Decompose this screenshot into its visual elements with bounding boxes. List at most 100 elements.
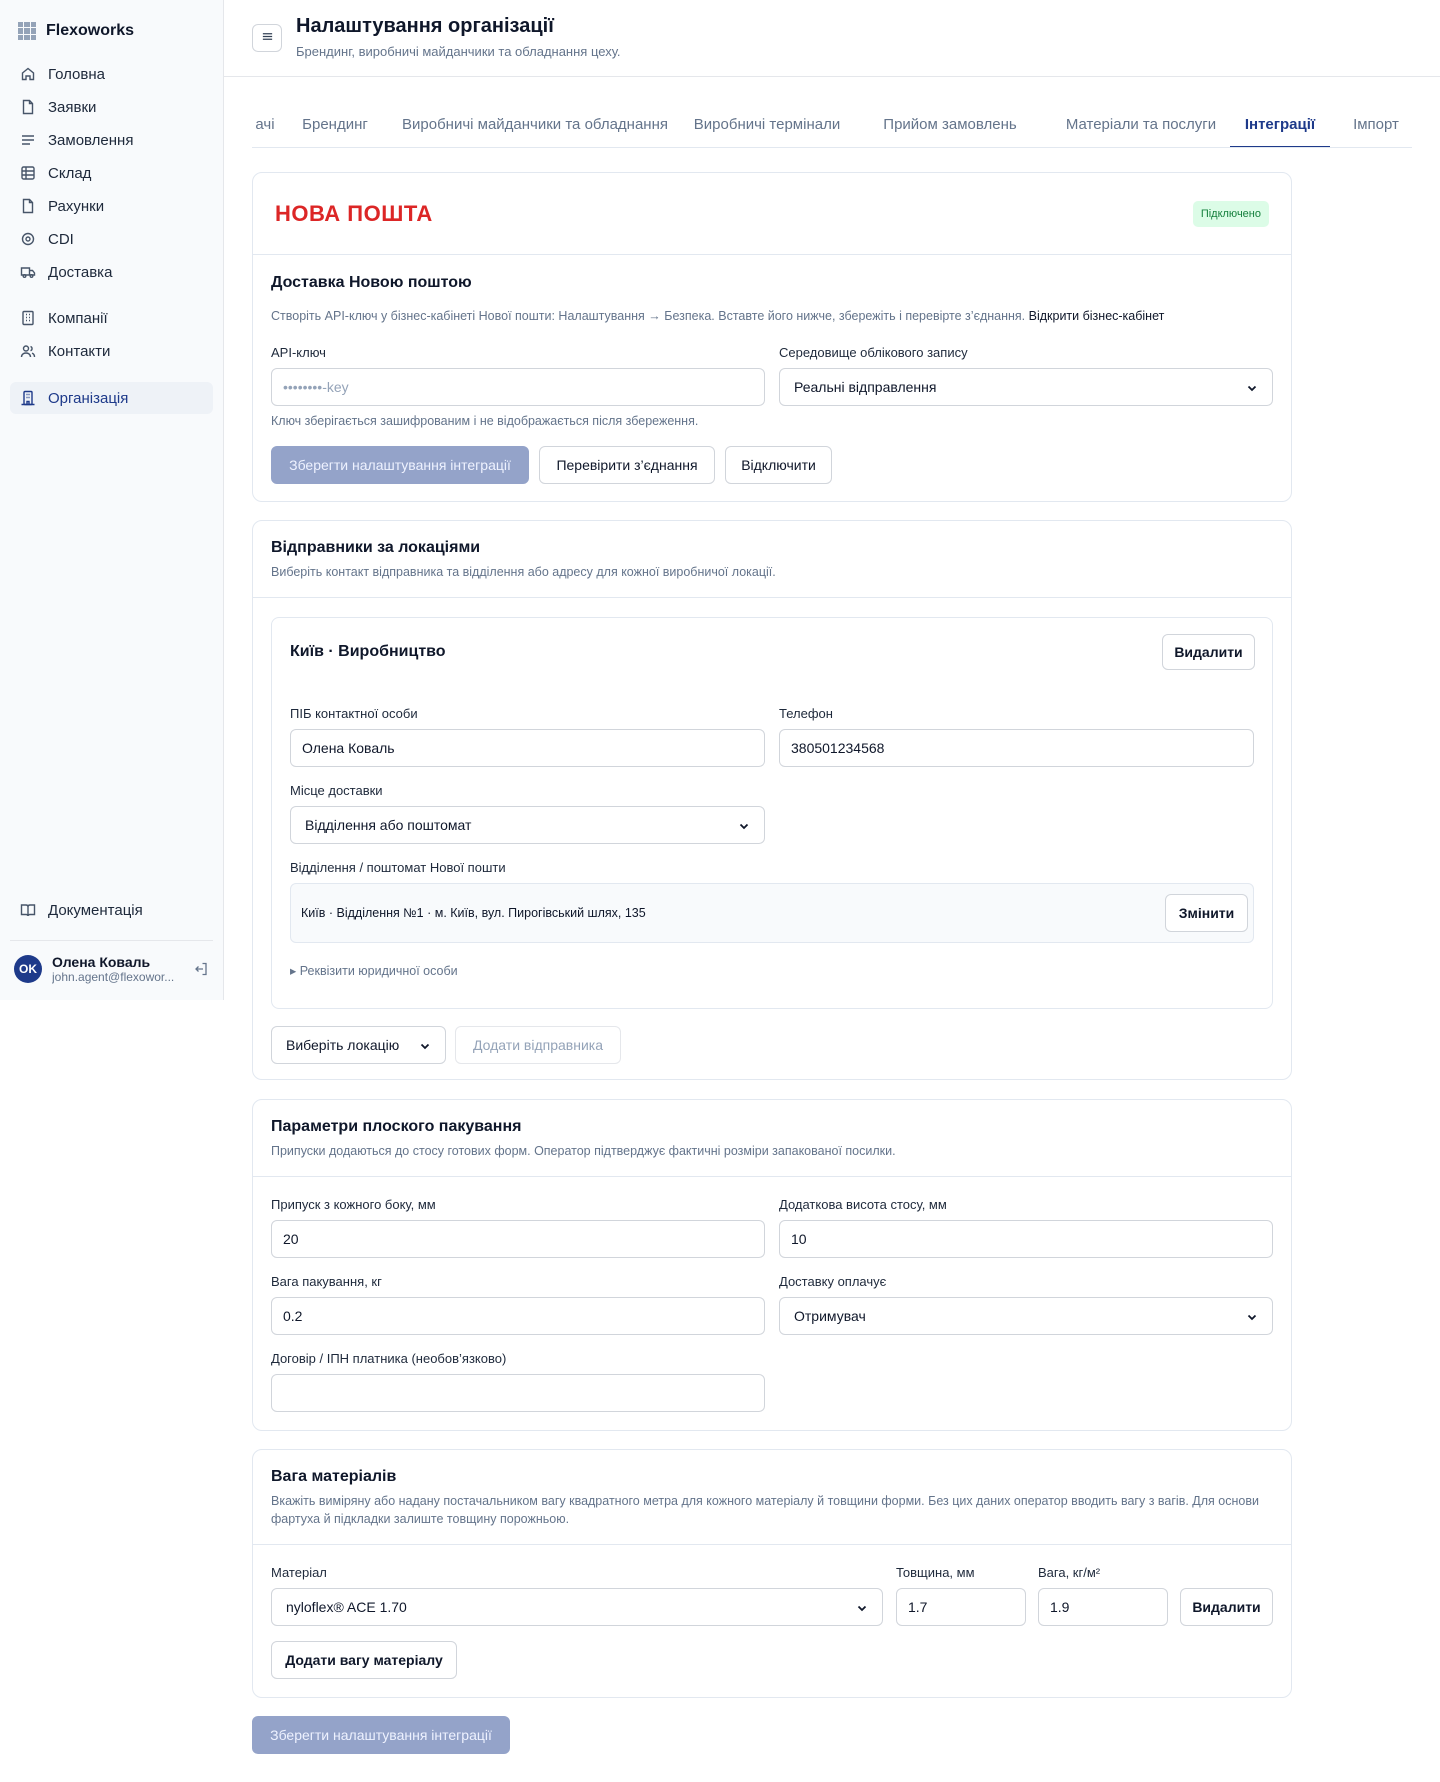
tab-suppliers[interactable]: ачі [252, 104, 278, 147]
sidebar-item-invoices[interactable]: Рахунки [10, 190, 213, 222]
location-select-value: Виберіть локацію [286, 1037, 400, 1053]
tab-production-sites[interactable]: Виробничі майданчики та обладнання [402, 104, 668, 147]
material-select[interactable]: nyloflex® ACE 1.70 [271, 1588, 883, 1626]
open-business-cabinet-link[interactable]: Відкрити бізнес-кабінет [1029, 309, 1165, 323]
branch-value: Київ · Відділення №1 · м. Київ, вул. Пир… [301, 906, 646, 920]
phone-input[interactable]: 380501234568 [779, 729, 1254, 767]
payer-select[interactable]: Отримувач [779, 1297, 1273, 1335]
save-integration-button[interactable]: Зберегти налаштування інтеграції [271, 446, 529, 484]
sidebar-item-orders[interactable]: Замовлення [10, 124, 213, 156]
tab-branding[interactable]: Брендинг [297, 104, 373, 147]
sidebar-nav-main: Головна Заявки Замовлення Склад Рахунки … [10, 58, 213, 289]
sidebar: Flexoworks Головна Заявки Замовлення Скл… [0, 0, 224, 1000]
delete-material-weight-button[interactable]: Видалити [1180, 1588, 1273, 1626]
sidebar-nav-docs: Документація [10, 894, 213, 927]
users-icon [20, 343, 36, 359]
user-email: john.agent@flexowor... [52, 969, 175, 984]
location-select[interactable]: Виберіть локацію [271, 1026, 446, 1064]
margin-input[interactable]: 20 [271, 1220, 765, 1258]
sidebar-item-label: Контакти [48, 342, 111, 360]
disconnect-button[interactable]: Відключити [725, 446, 832, 484]
contract-input[interactable] [271, 1374, 765, 1412]
sidebar-item-delivery[interactable]: Доставка [10, 256, 213, 288]
package-weight-input[interactable]: 0.2 [271, 1297, 765, 1335]
building-icon [20, 310, 36, 326]
file-icon [20, 198, 36, 214]
sidebar-item-label: Доставка [48, 263, 113, 281]
api-key-input[interactable]: ••••••••-key [271, 368, 765, 406]
organization-icon [20, 390, 36, 406]
package-weight-label: Вага пакування, кг [271, 1274, 382, 1289]
brand[interactable]: Flexoworks [18, 22, 134, 40]
status-badge: Підключено [1192, 201, 1269, 227]
sidebar-item-cdi[interactable]: CDI [10, 223, 213, 255]
list-icon [20, 132, 36, 148]
sidebar-nav-crm: Компанії Контакти [10, 302, 213, 368]
sidebar-item-warehouse[interactable]: Склад [10, 157, 213, 189]
sidebar-item-label: CDI [48, 230, 74, 248]
home-icon [20, 66, 36, 82]
sidebar-item-requests[interactable]: Заявки [10, 91, 213, 123]
sidebar-nav-settings: Організація [10, 382, 213, 415]
materials-card: Вага матеріалів Вкажіть виміряну або над… [252, 1449, 1292, 1698]
sidebar-item-label: Склад [48, 164, 92, 182]
delete-location-button[interactable]: Видалити [1162, 634, 1255, 670]
thickness-label: Товщина, мм [896, 1565, 975, 1580]
file-icon [20, 99, 36, 115]
nova-poshta-logo: НОВА ПОШТА [275, 201, 433, 226]
tab-import[interactable]: Імпорт [1345, 104, 1407, 147]
sidebar-item-companies[interactable]: Компанії [10, 302, 213, 334]
senders-description: Виберіть контакт відправника та відділен… [271, 565, 776, 579]
menu-icon [261, 30, 274, 46]
sidebar-item-label: Заявки [48, 98, 97, 116]
material-select-value: nyloflex® ACE 1.70 [286, 1599, 407, 1615]
environment-label: Середовище облікового запису [779, 345, 968, 360]
logout-icon[interactable] [193, 961, 209, 977]
user-name: Олена Коваль [52, 953, 151, 970]
legal-entity-toggle[interactable]: ▸ Реквізити юридичної особи [290, 963, 458, 978]
sidebar-item-organization[interactable]: Організація [10, 382, 213, 414]
brand-logo-icon [18, 22, 36, 40]
delivery-place-label: Місце доставки [290, 783, 383, 798]
sidebar-item-home[interactable]: Головна [10, 58, 213, 90]
add-material-weight-button[interactable]: Додати вагу матеріалу [271, 1641, 457, 1679]
user-profile[interactable]: OK Олена Коваль john.agent@flexowor... [10, 940, 213, 996]
delivery-place-select[interactable]: Відділення або поштомат [290, 806, 765, 844]
tab-integrations[interactable]: Інтеграції [1230, 104, 1330, 147]
sidebar-item-label: Організація [48, 389, 129, 407]
footer-save-button[interactable]: Зберегти налаштування інтеграції [252, 1716, 510, 1754]
chevron-down-icon [738, 819, 750, 831]
chevron-down-icon [1246, 381, 1258, 393]
contact-name-input[interactable]: Олена Коваль [290, 729, 765, 767]
materials-description: Вкажіть виміряну або надану постачальник… [271, 1494, 1259, 1526]
nova-poshta-title: Доставка Новою поштою [271, 274, 472, 291]
stack-height-label: Додаткова висота стосу, мм [779, 1197, 947, 1212]
stack-height-input[interactable]: 10 [779, 1220, 1273, 1258]
sidebar-item-contacts[interactable]: Контакти [10, 335, 213, 367]
tab-production-terminals[interactable]: Виробничі термінали [685, 104, 849, 147]
menu-toggle-button[interactable] [252, 24, 282, 52]
sidebar-item-label: Документація [48, 901, 143, 919]
change-branch-button[interactable]: Змінити [1165, 894, 1248, 932]
payer-select-value: Отримувач [794, 1308, 866, 1324]
tab-materials-services[interactable]: Матеріали та послуги [1051, 104, 1231, 147]
chevron-down-icon [856, 1601, 868, 1613]
packaging-card: Параметри плоского пакування Припуски до… [252, 1099, 1292, 1431]
description-text: Створіть API-ключ у бізнес-кабінеті Ново… [271, 309, 1026, 323]
brand-name: Flexoworks [46, 22, 135, 39]
environment-select[interactable]: Реальні відправлення [779, 368, 1273, 406]
contract-label: Договір / ІПН платника (необов’язково) [271, 1351, 507, 1366]
chevron-down-icon [1246, 1310, 1258, 1322]
senders-card: Відправники за локаціями Виберіть контак… [252, 520, 1292, 1080]
tab-order-intake[interactable]: Прийом замовлень [878, 104, 1022, 147]
page-subtitle: Брендинг, виробничі майданчики та обладн… [296, 44, 621, 59]
weight-per-m2-label: Вага, кг/м² [1038, 1565, 1101, 1580]
add-sender-button[interactable]: Додати відправника [455, 1026, 621, 1064]
thickness-input[interactable]: 1.7 [896, 1588, 1026, 1626]
target-icon [20, 231, 36, 247]
check-connection-button[interactable]: Перевірити з’єднання [539, 446, 715, 484]
avatar: OK [14, 954, 42, 983]
sidebar-item-docs[interactable]: Документація [10, 894, 213, 926]
weight-per-m2-input[interactable]: 1.9 [1038, 1588, 1168, 1626]
branch-box: Київ · Відділення №1 · м. Київ, вул. Пир… [290, 883, 1254, 943]
